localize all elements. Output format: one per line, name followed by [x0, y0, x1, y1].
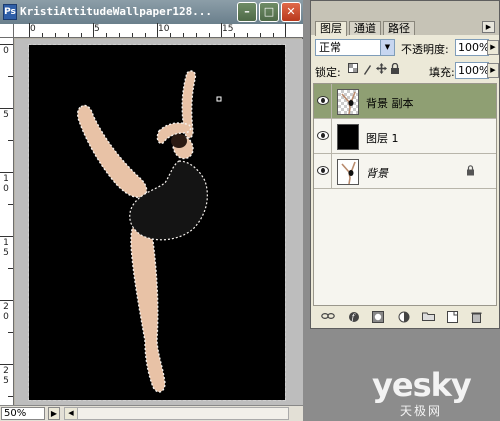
tab-layers[interactable]: 图层	[315, 21, 347, 36]
ruler-label: 1 5	[3, 238, 9, 258]
document-titlebar[interactable]: Ps KristiAttitudeWallpaper128... – □ ✕	[0, 0, 303, 24]
visibility-toggle[interactable]	[314, 119, 332, 154]
ruler-label: 0	[3, 46, 9, 56]
ruler-label: 1 0	[3, 174, 9, 194]
eye-icon[interactable]	[317, 96, 329, 105]
dancer-figure	[76, 70, 222, 393]
visibility-toggle[interactable]	[314, 154, 332, 189]
zoom-level-input[interactable]: 50%	[1, 407, 45, 420]
eye-icon[interactable]	[317, 131, 329, 140]
visibility-toggle[interactable]	[314, 84, 332, 119]
ruler-label: 5	[94, 24, 100, 34]
adjustment-icon[interactable]	[397, 311, 411, 324]
opacity-slider-button[interactable]: ▶	[487, 40, 499, 55]
tab-paths[interactable]: 路径	[383, 21, 415, 35]
status-menu-button[interactable]: ▶	[48, 407, 60, 420]
opacity-label: 不透明度:	[401, 43, 449, 56]
minimize-button[interactable]: –	[237, 2, 257, 22]
layer-name: 背景	[366, 167, 388, 180]
opacity-input[interactable]: 100%	[455, 39, 489, 56]
layer-thumbnail-icon	[337, 159, 359, 185]
layer-row-background-copy[interactable]: 背景 副本	[314, 84, 496, 119]
blend-mode-value: 正常	[319, 41, 341, 54]
palette-footer: f	[311, 308, 499, 328]
palette-tab-strip: 图层 通道 路径 ▶	[311, 1, 499, 36]
status-bar: 50% ▶ ◀	[0, 405, 303, 421]
new-group-icon[interactable]	[421, 311, 435, 324]
layers-list: 背景 副本 图层 1 背景	[313, 83, 497, 306]
lock-transparency-icon[interactable]	[347, 63, 359, 76]
yesky-watermark-logo: yesky 天极网	[372, 366, 492, 418]
fill-input[interactable]: 100%	[455, 62, 489, 79]
layer-row-layer-1[interactable]: 图层 1	[314, 119, 496, 154]
watermark-subtext: 天极网	[400, 404, 443, 418]
tab-channels[interactable]: 通道	[349, 21, 381, 35]
document-window: Ps KristiAttitudeWallpaper128... – □ ✕ 0…	[0, 0, 303, 421]
fill-slider-button[interactable]: ▶	[487, 63, 499, 78]
scroll-left-arrow-icon[interactable]: ◀	[65, 408, 78, 419]
layer-style-icon[interactable]: f	[347, 311, 361, 324]
ruler-label: 10	[158, 24, 170, 34]
new-layer-icon[interactable]	[445, 311, 459, 324]
layer-thumbnail-icon	[337, 89, 359, 115]
layers-palette: 图层 通道 路径 ▶ 正常 ▼ 不透明度: 100% ▶ 锁定: 填充: 100…	[310, 0, 500, 329]
ruler-label: 15	[222, 24, 234, 34]
lock-all-padlock-icon[interactable]	[389, 62, 401, 76]
ruler-label: 0	[30, 24, 36, 34]
layer-row-background[interactable]: 背景	[314, 154, 496, 189]
lock-label: 锁定:	[315, 66, 341, 79]
photoshop-app-icon: Ps	[3, 4, 17, 20]
horizontal-ruler[interactable]: 0 5 10 15	[14, 23, 303, 38]
padlock-icon	[466, 165, 475, 179]
mask-icon[interactable]	[371, 311, 385, 324]
layer-thumbnail-icon	[337, 124, 359, 150]
chevron-down-icon[interactable]: ▼	[380, 40, 394, 55]
ruler-label: 2 0	[3, 302, 9, 322]
canvas-workspace[interactable]	[15, 39, 303, 405]
blend-mode-select[interactable]: 正常 ▼	[315, 39, 395, 56]
ruler-label: 5	[3, 110, 9, 120]
ruler-label: 2 5	[3, 366, 9, 386]
lock-position-move-icon[interactable]	[375, 63, 387, 76]
ruler-origin[interactable]	[0, 24, 14, 38]
eye-icon[interactable]	[317, 166, 329, 175]
link-icon[interactable]	[321, 311, 335, 324]
watermark-text: yesky	[372, 366, 472, 404]
close-button[interactable]: ✕	[281, 2, 301, 22]
fill-label: 填充:	[429, 66, 455, 79]
horizontal-scrollbar[interactable]: ◀	[64, 407, 289, 420]
image-canvas[interactable]	[28, 44, 286, 401]
maximize-button[interactable]: □	[259, 2, 279, 22]
layer-name: 图层 1	[366, 132, 399, 145]
vertical-ruler[interactable]: 0 5 1 0 1 5 2 0 2 5	[0, 38, 14, 405]
palette-menu-button[interactable]: ▶	[482, 21, 495, 33]
trash-icon[interactable]	[469, 311, 483, 324]
layer-name: 背景 副本	[366, 97, 414, 110]
lock-pixels-brush-icon[interactable]	[361, 63, 373, 76]
document-title: KristiAttitudeWallpaper128...	[20, 5, 213, 18]
